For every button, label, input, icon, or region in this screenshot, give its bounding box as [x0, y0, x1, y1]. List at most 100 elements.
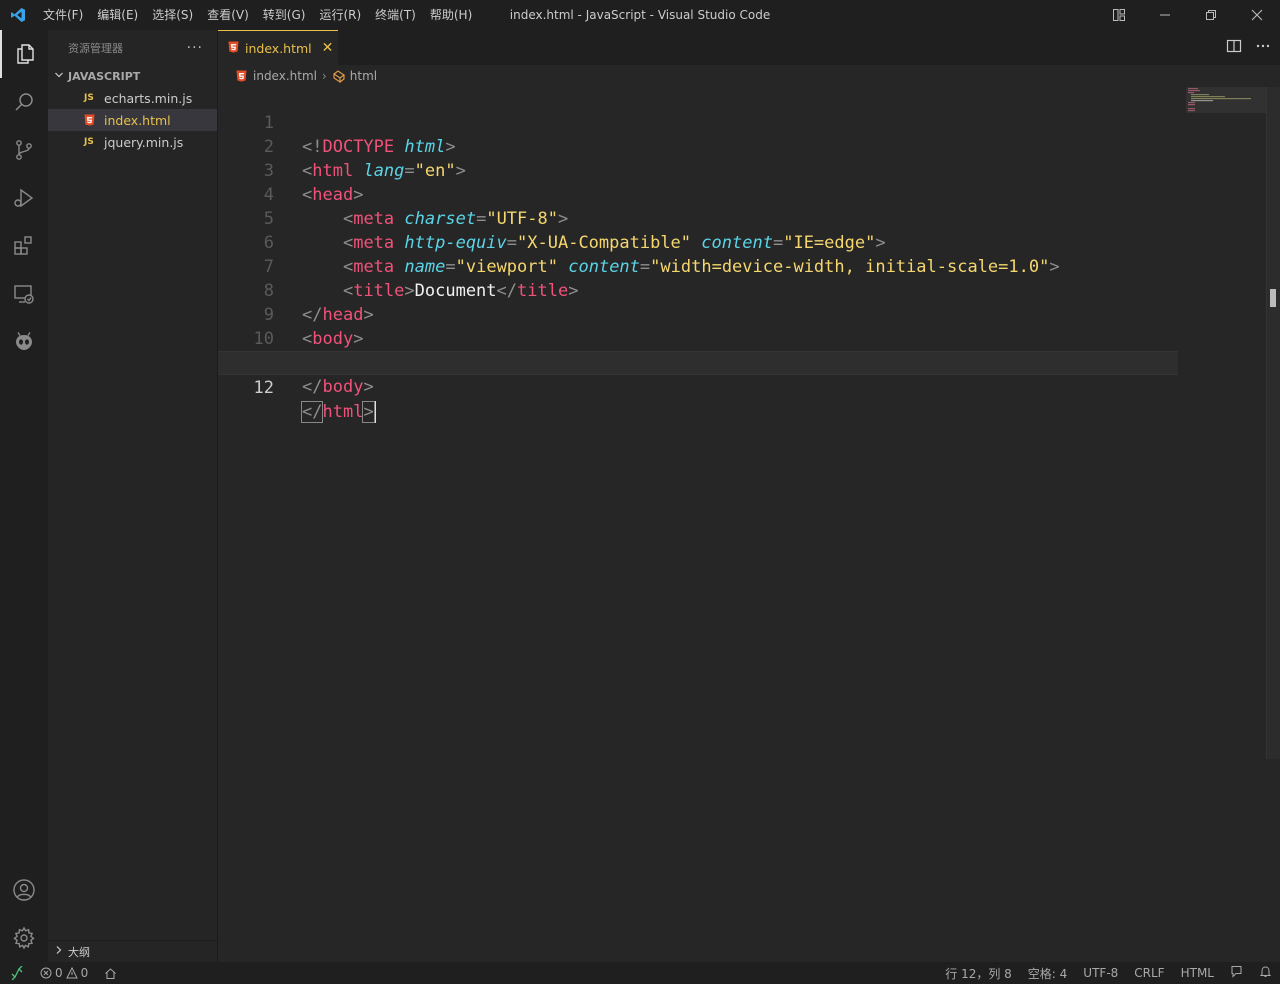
folder-section-header[interactable]: JAVASCRIPT	[48, 65, 217, 87]
vertical-scrollbar[interactable]	[1266, 87, 1280, 759]
encoding[interactable]: UTF-8	[1083, 966, 1118, 980]
file-name: index.html	[104, 112, 171, 128]
feedback-button[interactable]	[1230, 965, 1243, 981]
explorer-button[interactable]	[0, 30, 48, 78]
js-file-icon: JS	[84, 93, 94, 103]
search-button[interactable]	[0, 78, 48, 126]
outline-section-header[interactable]: 大纲	[48, 940, 218, 962]
more-editor-actions-button[interactable]	[1256, 39, 1270, 57]
sidebar-header: 资源管理器 ···	[48, 30, 217, 65]
menu-file[interactable]: 文件(F)	[36, 0, 90, 30]
minimize-icon	[1160, 14, 1170, 16]
alien-extension-button[interactable]	[0, 318, 48, 366]
breadcrumb: index.html › html	[218, 65, 1280, 87]
code-line: 1 <!DOCTYPE html>	[218, 87, 1178, 157]
code-line: 6 <meta name="viewport" content="width=d…	[218, 207, 1178, 277]
notifications-button[interactable]	[1259, 965, 1272, 981]
vscode-logo-icon[interactable]	[0, 0, 36, 30]
code-line: 5 <meta http-equiv="X-UA-Compatible" con…	[218, 183, 1178, 253]
line-content: </body>	[302, 377, 374, 397]
source-control-button[interactable]	[0, 126, 48, 174]
tab-close-button[interactable]: ✕	[322, 40, 334, 56]
end-of-line[interactable]: CRLF	[1134, 966, 1164, 980]
status-bar: 0 0 行 12，列 8 空格: 4 UTF-8 CRLF HTML	[0, 962, 1280, 984]
file-item-index-html[interactable]: index.html	[48, 109, 217, 131]
home-icon	[105, 967, 117, 979]
ellipsis-icon	[1256, 44, 1270, 47]
menu-selection[interactable]: 选择(S)	[145, 0, 200, 30]
minimize-button[interactable]	[1142, 0, 1188, 30]
cursor-position[interactable]: 行 12，列 8	[945, 965, 1012, 982]
code-line: 10	[218, 303, 1178, 349]
home-button[interactable]	[94, 967, 127, 980]
run-debug-button[interactable]	[0, 174, 48, 222]
window-controls	[1096, 0, 1280, 30]
menu-help[interactable]: 帮助(H)	[423, 0, 479, 30]
menu-terminal[interactable]: 终端(T)	[368, 0, 423, 30]
problems-indicator[interactable]: 0 0	[34, 966, 94, 980]
account-icon	[13, 879, 35, 901]
file-name: echarts.min.js	[104, 90, 193, 106]
file-item-echarts[interactable]: JS echarts.min.js	[48, 87, 217, 109]
indentation[interactable]: 空格: 4	[1028, 965, 1068, 982]
menu-view[interactable]: 查看(V)	[200, 0, 256, 30]
menu-edit[interactable]: 编辑(E)	[90, 0, 145, 30]
editor-group: index.html ✕ index.html › html 1 <!DOCTY…	[218, 30, 1280, 962]
remote-indicator-button[interactable]	[0, 962, 34, 984]
code-line: 2 <html lang="en">	[218, 111, 1178, 181]
code-line: 8 </head>	[218, 255, 1178, 325]
more-actions-button[interactable]: ···	[187, 40, 203, 56]
activity-bar	[0, 30, 48, 962]
customize-layout-button[interactable]	[1096, 0, 1142, 30]
explorer-sidebar: 资源管理器 ··· JAVASCRIPT JS echarts.min.js i…	[48, 30, 218, 962]
code-line: 3 <head>	[218, 135, 1178, 205]
menu-bar: 文件(F) 编辑(E) 选择(S) 查看(V) 转到(G) 运行(R) 终端(T…	[36, 0, 479, 30]
chevron-down-icon	[54, 70, 68, 83]
scrollbar-cursor-marker	[1270, 289, 1276, 307]
line-content: </html>	[300, 401, 376, 423]
code-line: 7 <title>Document</title>	[218, 231, 1178, 301]
chevron-right-icon	[54, 945, 68, 958]
code-line: 4 <meta charset="UTF-8">	[218, 159, 1178, 229]
line-number: 12	[253, 378, 274, 398]
extensions-button[interactable]	[0, 222, 48, 270]
menu-run[interactable]: 运行(R)	[312, 0, 368, 30]
code-line: 11 </body>	[218, 327, 1178, 397]
split-editor-button[interactable]	[1226, 38, 1242, 58]
outline-label: 大纲	[68, 945, 90, 959]
breadcrumb-file[interactable]: index.html	[253, 69, 317, 83]
tab-label: index.html	[245, 40, 312, 56]
close-window-button[interactable]	[1234, 0, 1280, 30]
html5-file-icon	[236, 70, 247, 82]
file-item-jquery[interactable]: JS jquery.min.js	[48, 131, 217, 153]
minimap[interactable]	[1186, 87, 1266, 147]
manage-button[interactable]	[0, 914, 48, 962]
code-editor[interactable]: 1 <!DOCTYPE html> 2 <html lang="en"> 3 <…	[218, 87, 1280, 962]
error-icon	[40, 967, 52, 979]
remote-explorer-button[interactable]	[0, 270, 48, 318]
restore-button[interactable]	[1188, 0, 1234, 30]
menu-go[interactable]: 转到(G)	[256, 0, 313, 30]
tab-bar: index.html ✕	[218, 30, 1280, 65]
extensions-icon	[14, 236, 32, 255]
layout-icon	[1113, 9, 1125, 21]
alien-icon	[16, 332, 32, 350]
split-editor-icon	[1226, 39, 1242, 52]
status-bar-right: 行 12，列 8 空格: 4 UTF-8 CRLF HTML	[945, 962, 1272, 984]
symbol-element-icon	[332, 69, 346, 83]
warning-icon	[65, 967, 78, 979]
source-control-icon	[16, 140, 32, 160]
run-debug-icon	[14, 188, 34, 208]
remote-explorer-icon	[14, 285, 34, 304]
search-icon	[15, 93, 33, 111]
file-name: jquery.min.js	[104, 134, 184, 150]
code-line-current: 12 </html>	[218, 351, 1178, 423]
language-mode[interactable]: HTML	[1181, 966, 1214, 980]
accounts-button[interactable]	[0, 866, 48, 914]
breadcrumb-symbol[interactable]: html	[350, 69, 377, 83]
error-count: 0	[55, 966, 63, 980]
html5-file-icon	[228, 41, 239, 56]
tab-index-html[interactable]: index.html ✕	[218, 30, 338, 65]
remote-icon	[11, 966, 23, 980]
bell-icon	[1259, 966, 1272, 977]
